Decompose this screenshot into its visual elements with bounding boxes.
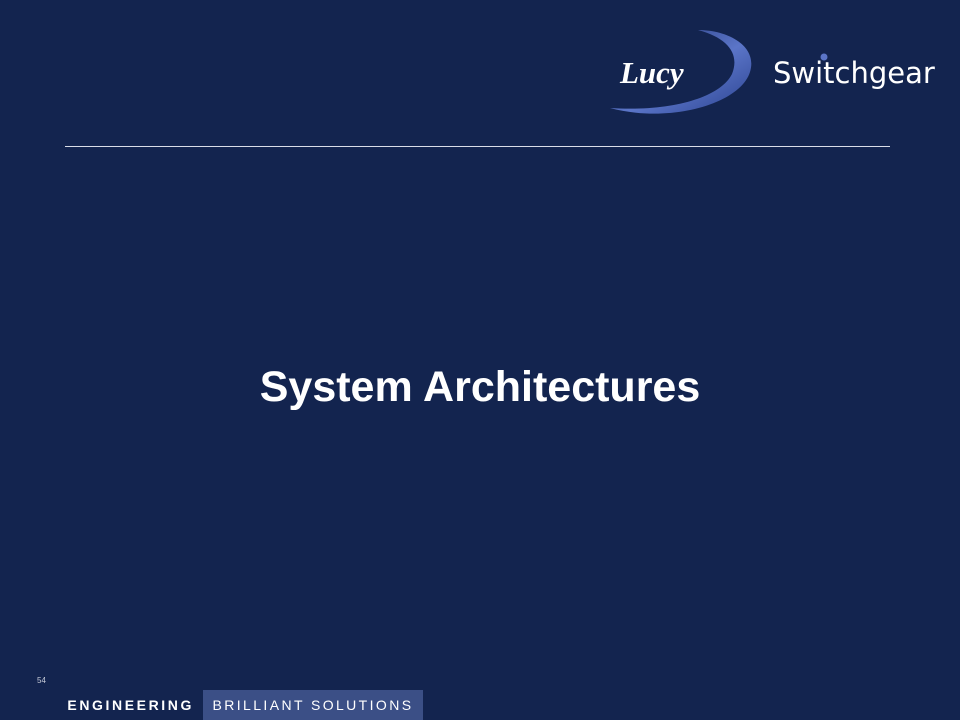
presentation-slide: Lucy Switchgear System Architectures 54 … xyxy=(0,0,960,720)
page-number: 54 xyxy=(37,676,46,685)
lucy-switchgear-logo-icon: Lucy Switchgear xyxy=(610,30,935,114)
footer-banner: ENGINEERING BRILLIANT SOLUTIONS xyxy=(0,690,960,720)
footer-engineering-text: ENGINEERING xyxy=(67,697,194,713)
logo-word-lucy: Lucy xyxy=(619,55,684,90)
slide-title: System Architectures xyxy=(259,363,701,411)
logo-word-switchgear: Switchgear xyxy=(773,56,935,90)
company-logo: Lucy Switchgear xyxy=(600,24,945,120)
header-divider xyxy=(65,146,890,147)
footer-brilliant-solutions-text: BRILLIANT SOLUTIONS xyxy=(203,690,423,720)
